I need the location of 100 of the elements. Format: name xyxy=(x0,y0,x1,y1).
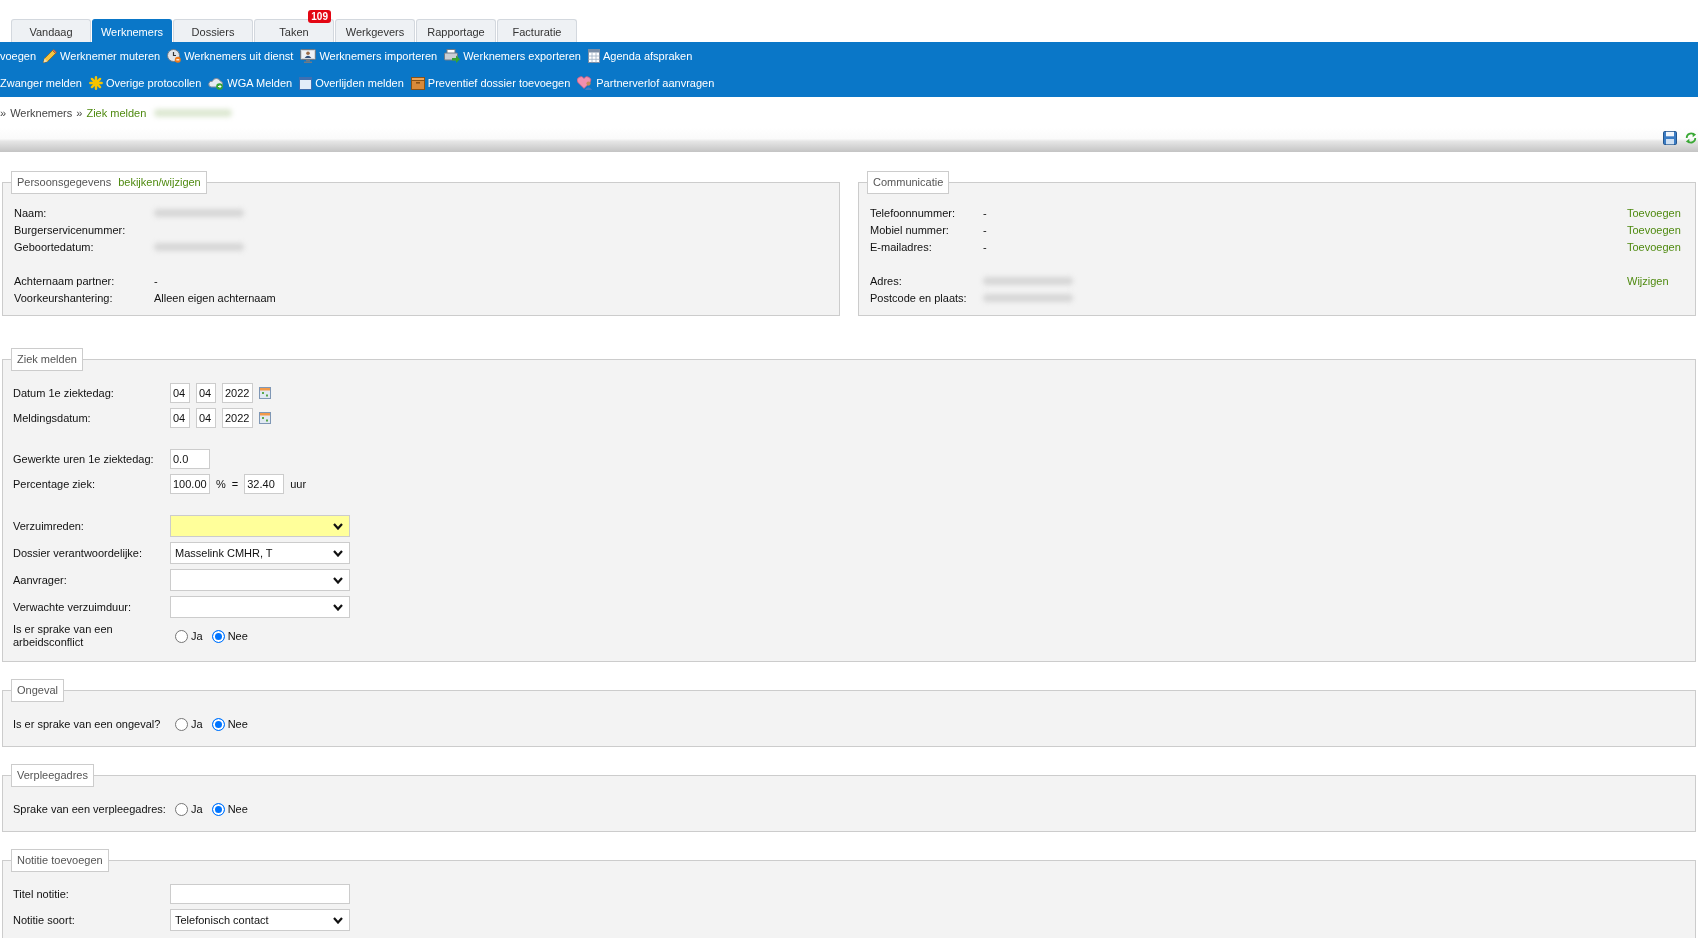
month-field[interactable]: 04 xyxy=(196,383,216,403)
field-label: Burgerservicenummer: xyxy=(14,223,127,236)
field-label: Sprake van een verpleegadres: xyxy=(13,802,167,816)
toolbar-link[interactable]: Overlijden melden xyxy=(299,76,404,90)
cloud-arrow-icon xyxy=(208,76,225,90)
breadcrumb-separator: » xyxy=(0,106,7,119)
action-link[interactable]: Wijzigen xyxy=(1627,274,1683,287)
radio-button[interactable] xyxy=(175,717,188,731)
calendar-icon xyxy=(587,48,600,63)
field-label: Dossier verantwoordelijke: xyxy=(13,546,143,560)
window-icon xyxy=(299,76,313,90)
toolbar-link[interactable]: Werknemers uit dienst xyxy=(167,48,294,63)
radio-label: Nee xyxy=(227,718,248,730)
toolbar-link[interactable]: Zwanger melden xyxy=(0,77,82,89)
heart-person-icon xyxy=(577,76,594,90)
unit-label: uur xyxy=(290,478,307,490)
toolbar-link[interactable]: Werknemer muteren xyxy=(43,48,161,63)
chevron-down-icon xyxy=(333,603,343,611)
radio-button[interactable] xyxy=(211,802,225,816)
field-label: Adres: xyxy=(870,274,903,287)
field-label: Verzuimreden: xyxy=(13,519,85,533)
month-field[interactable]: 04 xyxy=(196,408,216,428)
save-icon[interactable] xyxy=(1663,131,1677,145)
radio-button[interactable] xyxy=(211,717,225,731)
toolbar-link[interactable]: Agenda afspraken xyxy=(587,48,693,63)
field-label: Gewerkte uren 1e ziektedag: xyxy=(13,452,155,466)
chevron-down-icon xyxy=(333,916,343,924)
field-label: Geboortedatum: xyxy=(14,240,95,253)
action-link[interactable]: Toevoegen xyxy=(1627,223,1683,236)
action-link[interactable]: Toevoegen xyxy=(1627,206,1683,219)
refresh-icon[interactable] xyxy=(1685,131,1697,145)
toolbar-link[interactable]: Werknemers importeren xyxy=(300,48,438,63)
field-label: Is er sprake van een arbeidsconflict xyxy=(13,623,114,649)
pencil-icon xyxy=(43,48,58,63)
radio-label: Nee xyxy=(227,630,248,642)
radio-button[interactable] xyxy=(175,802,188,816)
radio-label: Nee xyxy=(227,803,248,815)
unit-label: % xyxy=(216,478,226,490)
section-title: Ongeval xyxy=(11,679,64,702)
field-label: Datum 1e ziektedag: xyxy=(13,386,115,400)
clock-icon xyxy=(167,48,182,63)
section-title: Notitie toevoegen xyxy=(11,849,109,872)
calendar-icon[interactable] xyxy=(259,412,271,424)
tab[interactable]: Dossiers xyxy=(173,19,253,42)
input-field[interactable] xyxy=(170,884,350,904)
field-label: Naam: xyxy=(14,206,48,219)
radio-button[interactable] xyxy=(211,629,225,643)
toolbar-link[interactable]: Werknemers exporteren xyxy=(444,48,581,63)
day-field[interactable]: 04 xyxy=(170,408,190,428)
field-label: Titel notitie: xyxy=(13,887,70,901)
field-value: - xyxy=(983,223,988,236)
input-field[interactable]: 0.0 xyxy=(170,449,210,469)
toolbar-link[interactable]: Overige protocollen xyxy=(88,76,202,90)
tab[interactable]: Vandaag xyxy=(11,19,91,42)
breadcrumb-link[interactable]: Ziek melden xyxy=(86,106,147,119)
field-label: Voorkeurshantering: xyxy=(14,291,114,304)
year-field[interactable]: 2022 xyxy=(222,383,253,403)
day-field[interactable]: 04 xyxy=(170,383,190,403)
toolbar-link[interactable]: voegen xyxy=(0,49,37,62)
field-label: Mobiel nummer: xyxy=(870,223,950,236)
percentage-field[interactable]: 100.00 xyxy=(170,474,210,494)
field-label: E-mailadres: xyxy=(870,240,933,253)
toolbar-link[interactable]: Preventief dossier toevoegen xyxy=(410,76,571,90)
dropdown[interactable]: Telefonisch contact xyxy=(170,909,350,931)
hours-field[interactable]: 32.40 xyxy=(244,474,285,494)
toolbar-link[interactable]: Partnerverlof aanvragen xyxy=(577,76,715,90)
person-computer-icon xyxy=(300,48,317,63)
equals-sign: = xyxy=(231,478,239,490)
radio-label: Ja xyxy=(191,803,203,815)
field-label: Telefoonnummer: xyxy=(870,206,956,219)
tab[interactable]: Werknemers xyxy=(92,19,172,42)
breadcrumb-link[interactable]: Werknemers xyxy=(10,106,73,119)
tab[interactable]: Rapportage xyxy=(416,19,496,42)
section-title: Verpleegadres xyxy=(11,764,94,787)
radio-label: Ja xyxy=(191,630,203,642)
year-field[interactable]: 2022 xyxy=(222,408,253,428)
field-label: Meldingsdatum: xyxy=(13,411,92,425)
breadcrumb-separator: » xyxy=(76,106,83,119)
action-link[interactable]: Toevoegen xyxy=(1627,240,1683,253)
toolbar-link[interactable]: WGA Melden xyxy=(208,76,293,90)
radio-button[interactable] xyxy=(175,629,188,643)
section-title: Persoonsgegevens xyxy=(17,176,112,188)
field-label: Achternaam partner: xyxy=(14,274,116,287)
calendar-icon[interactable] xyxy=(259,387,271,399)
tab[interactable]: Facturatie xyxy=(497,19,577,42)
dropdown[interactable]: Masselink CMHR, T xyxy=(170,542,350,564)
radio-label: Ja xyxy=(191,718,203,730)
edit-link[interactable]: bekijken/wijzigen xyxy=(118,176,201,188)
field-value: - xyxy=(983,240,988,253)
asterisk-icon xyxy=(88,76,103,90)
field-label: Postcode en plaats: xyxy=(870,291,968,304)
field-value: - xyxy=(983,206,988,219)
tab[interactable]: Werkgevers xyxy=(335,19,415,42)
field-label: Verwachte verzuimduur: xyxy=(13,600,132,614)
chevron-down-icon xyxy=(333,549,343,557)
section-title: Ziek melden xyxy=(11,348,83,371)
notification-badge: 109 xyxy=(308,10,331,23)
box-icon xyxy=(410,76,425,90)
section-title: Communicatie xyxy=(867,171,950,194)
field-label: Percentage ziek: xyxy=(13,477,96,491)
